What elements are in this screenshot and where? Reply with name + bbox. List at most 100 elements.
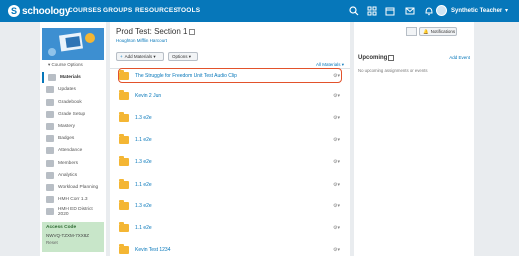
gear-icon[interactable]: ⚙▾ (333, 115, 340, 121)
gradebook-icon (46, 99, 54, 106)
options-button[interactable]: Options ▾ (168, 52, 198, 61)
user-name[interactable]: Synthetic Teacher (451, 8, 502, 14)
mastery-icon (46, 123, 54, 130)
add-event-link[interactable]: Add Event (449, 55, 470, 60)
access-code-title: Access Code (46, 225, 77, 230)
list-item-label[interactable]: 1.3 e2e (135, 159, 152, 165)
folder-icon (119, 222, 129, 232)
folder-icon (119, 179, 129, 189)
folder-icon (119, 70, 129, 80)
gear-icon[interactable]: ⚙▾ (333, 247, 340, 253)
search-icon[interactable] (348, 5, 360, 17)
sidebar-item-hmh-ed-district[interactable]: HMH ED District 2020 (42, 206, 104, 217)
list-item[interactable]: 1.1 e2e ⚙▾ (116, 218, 344, 238)
list-item[interactable]: Kevin Test 1234 ⚙▾ (116, 240, 344, 256)
list-item[interactable]: 1.3 e2e ⚙▾ (116, 152, 344, 172)
view-toggle-icon[interactable] (406, 27, 417, 36)
sidebar-item-materials[interactable]: Materials (42, 72, 104, 83)
sidebar-item-label: Workload Planning (58, 185, 99, 190)
list-item[interactable]: 1.1 e2e ⚙▾ (116, 130, 344, 150)
grid-icon[interactable] (366, 5, 378, 17)
grade-setup-icon (46, 111, 54, 118)
materials-icon (48, 74, 56, 81)
sidebar-item-badges[interactable]: Badges (42, 133, 104, 144)
page-title-text: Prod Test: Section 1 (116, 27, 188, 36)
options-label: Options ▾ (172, 53, 192, 59)
add-materials-label: Add Materials ▾ (124, 53, 156, 59)
sidebar-item-workload-planning[interactable]: Workload Planning (42, 182, 104, 193)
list-item-label[interactable]: 1.1 e2e (135, 225, 152, 231)
folder-icon (119, 244, 129, 254)
access-code-reset-link[interactable]: Reset (46, 240, 100, 245)
gear-icon[interactable]: ⚙▾ (333, 93, 340, 99)
calendar-icon[interactable] (384, 5, 396, 17)
sidebar-item-label: Updates (58, 87, 76, 92)
sidebar-item-hmh-corr[interactable]: HMH Corr 1.3 (42, 194, 104, 205)
sidebar-item-label: Mastery (58, 124, 76, 129)
mail-icon[interactable] (404, 5, 416, 17)
list-item-label[interactable]: 1.3 e2e (135, 115, 152, 121)
folder-icon (119, 112, 129, 122)
bell-icon: 🔔 (423, 28, 429, 34)
course-subtitle[interactable]: Houghton Mifflin Harcourt (116, 38, 167, 43)
list-item[interactable]: 1.3 e2e ⚙▾ (116, 108, 344, 128)
materials-panel: Prod Test: Section 1 Houghton Mifflin Ha… (110, 22, 350, 256)
sidebar-item-label: HMH Corr 1.3 (58, 197, 88, 202)
gear-icon[interactable]: ⚙▾ (333, 73, 340, 79)
analytics-icon (46, 172, 54, 179)
sidebar-item-analytics[interactable]: Analytics (42, 170, 104, 181)
notifications-button[interactable]: 🔔 Notifications (419, 27, 457, 36)
list-item-label[interactable]: Kevin 2 Jun (135, 93, 161, 99)
course-sidebar: ▾ Course Options Materials Updates Grade… (40, 22, 106, 256)
access-code-value: NWVQ-TZXM-7XX8Z (46, 233, 90, 238)
nav-tools[interactable]: TOOLS (177, 7, 200, 14)
gear-icon[interactable]: ⚙▾ (333, 203, 340, 209)
add-materials-button[interactable]: + Add Materials ▾ (116, 52, 164, 61)
sidebar-item-label: Materials (60, 75, 81, 80)
list-item-label[interactable]: The Struggle for Freedom Unit Test Audio… (135, 73, 237, 79)
bell-icon[interactable] (423, 5, 435, 17)
plus-icon: + (120, 54, 123, 59)
course-options-link[interactable]: ▾ Course Options (48, 62, 83, 68)
list-item[interactable]: The Struggle for Freedom Unit Test Audio… (116, 66, 344, 86)
list-item-label[interactable]: 1.3 e2e (135, 203, 152, 209)
page-title: Prod Test: Section 1 (116, 27, 196, 36)
gear-icon[interactable]: ⚙▾ (333, 182, 340, 188)
sidebar-item-mastery[interactable]: Mastery (42, 121, 104, 132)
list-item-label[interactable]: 1.1 e2e (135, 182, 152, 188)
list-item-label[interactable]: 1.1 e2e (135, 137, 152, 143)
sidebar-item-gradebook[interactable]: Gradebook (42, 97, 104, 108)
calendar-icon[interactable] (388, 55, 394, 61)
logo-icon: S (8, 5, 20, 17)
gear-icon[interactable]: ⚙▾ (333, 137, 340, 143)
edit-icon[interactable] (189, 28, 196, 35)
sidebar-item-label: Badges (58, 136, 75, 141)
schoology-logo[interactable]: S schoology (8, 5, 70, 17)
hmh-icon (46, 196, 54, 203)
nav-courses[interactable]: COURSES (68, 7, 102, 14)
list-item[interactable]: Kevin 2 Jun ⚙▾ (116, 86, 344, 106)
list-item[interactable]: 1.1 e2e ⚙▾ (116, 175, 344, 195)
sidebar-item-members[interactable]: Members (42, 158, 104, 169)
sidebar-item-label: Grade Setup (58, 112, 86, 117)
top-nav-bar: S schoology COURSES GROUPS RESOURCES TOO… (0, 0, 519, 22)
sidebar-item-label: Members (58, 161, 78, 166)
nav-resources[interactable]: RESOURCES (135, 7, 178, 14)
sidebar-item-updates[interactable]: Updates (42, 84, 104, 95)
avatar[interactable] (436, 5, 447, 16)
nav-groups[interactable]: GROUPS (103, 7, 132, 14)
list-item[interactable]: 1.3 e2e ⚙▾ (116, 196, 344, 216)
folder-icon (119, 90, 129, 100)
attendance-icon (46, 147, 54, 154)
members-icon (46, 160, 54, 167)
chevron-down-icon[interactable]: ▾ (505, 7, 508, 14)
gear-icon[interactable]: ⚙▾ (333, 225, 340, 231)
upcoming-panel: 🔔 Notifications Upcoming Add Event No up… (354, 22, 474, 256)
sidebar-item-attendance[interactable]: Attendance (42, 145, 104, 156)
notifications-label: Notifications (430, 29, 456, 34)
list-item-label[interactable]: Kevin Test 1234 (135, 247, 171, 253)
sidebar-item-grade-setup[interactable]: Grade Setup (42, 109, 104, 120)
sidebar-item-label: Attendance (58, 148, 83, 153)
gear-icon[interactable]: ⚙▾ (333, 159, 340, 165)
sidebar-item-label: Analytics (58, 173, 78, 178)
